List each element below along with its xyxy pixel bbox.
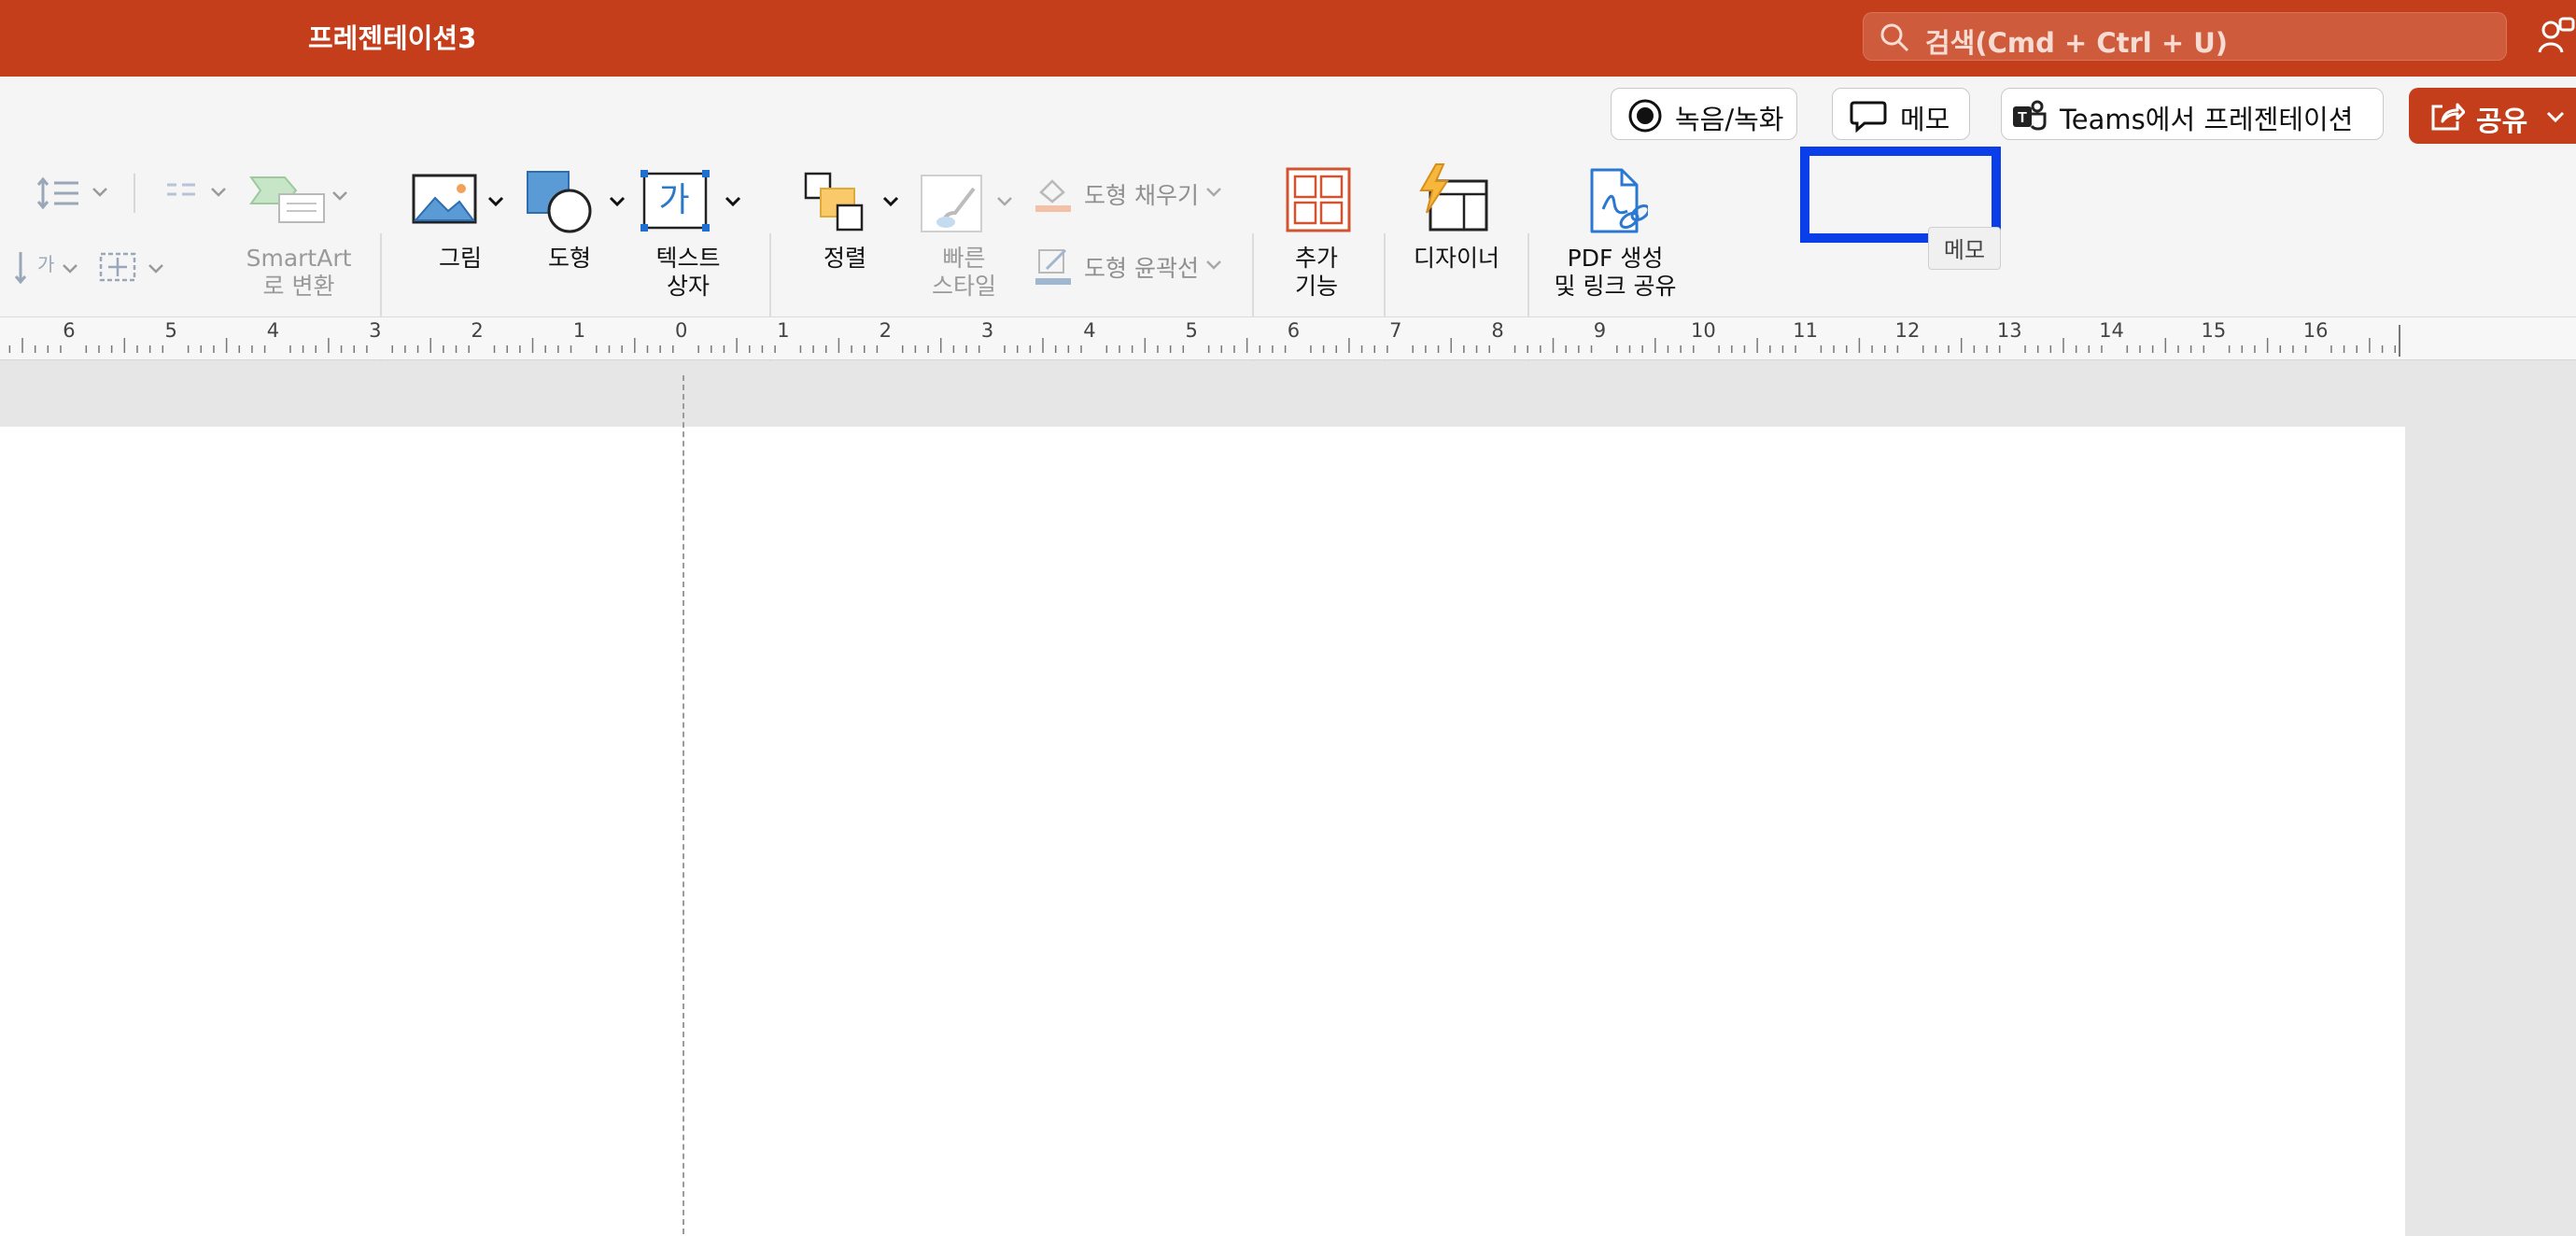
- search-placeholder: 검색(Cmd + Ctrl + U): [1925, 27, 2229, 59]
- quick-styles-label-1: 빠른: [942, 245, 986, 272]
- ruler-number: 10: [1691, 319, 1716, 342]
- add-ins-button[interactable]: 추가 기능: [1274, 166, 1358, 306]
- shape-outline-label: 도형 윤곽선: [1084, 255, 1199, 282]
- memo-button[interactable]: 메모: [1832, 88, 1970, 140]
- memo-label: 메모: [1900, 104, 1950, 135]
- pdf-label-1: PDF 생성: [1567, 245, 1664, 272]
- ruler-number: 6: [1287, 319, 1301, 342]
- designer-icon: [1419, 163, 1488, 232]
- designer-label: 디자이너: [1413, 245, 1499, 272]
- svg-text:T: T: [2018, 110, 2027, 126]
- comment-icon: [1850, 101, 1887, 133]
- record-button[interactable]: 녹음/녹화: [1611, 88, 1797, 140]
- chevron-down-icon: [1206, 260, 1221, 270]
- search-icon: [1880, 23, 1909, 52]
- shape-fill-button[interactable]: 도형 채우기: [1032, 174, 1232, 215]
- arrange-button[interactable]: 정렬: [798, 170, 906, 273]
- ruler-number: 3: [980, 319, 994, 342]
- share-icon: [2431, 103, 2465, 131]
- paint-bucket-icon: [1035, 179, 1071, 212]
- ribbon: 녹음/녹화 메모 T Teams에서 프레젠테이션 공유 메모 가 SmartA…: [0, 77, 2576, 373]
- profile-icon[interactable]: [2538, 17, 2575, 56]
- arrange-icon: [804, 172, 899, 232]
- ruler-number: 5: [164, 319, 177, 342]
- record-icon: [1628, 99, 1662, 133]
- record-label: 녹음/녹화: [1675, 104, 1784, 135]
- shape-fill-label: 도형 채우기: [1084, 182, 1199, 209]
- pen-outline-icon: [1035, 248, 1071, 285]
- ruler-number: 2: [471, 319, 484, 342]
- slide-canvas-area: [0, 361, 2576, 1236]
- textbox-label-2: 상자: [666, 273, 710, 300]
- ruler-number: 1: [572, 319, 586, 342]
- smartart-label-1: SmartArt: [246, 245, 352, 272]
- textbox-label-1: 텍스트: [655, 245, 721, 272]
- add-ins-label-2: 기능: [1294, 273, 1338, 300]
- quick-styles-icon: [921, 175, 1012, 232]
- columns-icon[interactable]: [163, 177, 238, 211]
- quick-styles-label-2: 스타일: [931, 273, 996, 300]
- horizontal-ruler[interactable]: 6 5 4 3 2 1 0 1 2 3 4 5 6 7 8 9 10 11 12 13 14 15 16: [0, 317, 2576, 360]
- ruler-number: 12: [1894, 319, 1921, 342]
- present-in-teams-button[interactable]: T Teams에서 프레젠테이션: [2001, 88, 2384, 140]
- picture-label: 그림: [438, 245, 482, 272]
- add-ins-label-1: 추가: [1294, 245, 1338, 272]
- share-label: 공유: [2476, 105, 2528, 138]
- title-bar: 프레젠테이션3 검색(Cmd + Ctrl + U): [0, 0, 2576, 77]
- pdf-link-icon: [1590, 168, 1648, 233]
- ruler-number: 15: [2201, 319, 2227, 342]
- vertical-guide[interactable]: [683, 375, 684, 1234]
- document-title: 프레젠테이션3: [308, 22, 477, 54]
- ruler-number: 4: [266, 319, 280, 342]
- memo-tooltip: 메모: [1928, 227, 2001, 270]
- ruler-number: 6: [63, 319, 76, 342]
- ruler-number: 16: [2302, 319, 2329, 342]
- ruler-number: 0: [675, 319, 688, 342]
- quick-styles-button[interactable]: 빠른 스타일: [910, 170, 1022, 301]
- textbox-glyph: 가: [658, 181, 690, 219]
- pdf-label-2: 및 링크 공유: [1554, 273, 1677, 300]
- ruler-number: 1: [777, 319, 790, 342]
- slide[interactable]: [0, 427, 2405, 1236]
- ruler-number: 4: [1083, 319, 1096, 342]
- divider: [134, 174, 135, 213]
- shapes-button[interactable]: 도형: [523, 170, 630, 273]
- smartart-label-2: 로 변환: [262, 273, 335, 300]
- create-pdf-share-link-button[interactable]: PDF 생성 및 링크 공유: [1545, 166, 1685, 306]
- arrange-label: 정렬: [823, 245, 866, 272]
- teams-label: Teams에서 프레젠테이션: [2060, 104, 2354, 135]
- align-text-icon[interactable]: [97, 248, 172, 289]
- ruler-number: 7: [1389, 319, 1402, 342]
- ruler-number: 14: [2099, 319, 2124, 342]
- shape-outline-button[interactable]: 도형 윤곽선: [1032, 246, 1232, 288]
- textbox-button[interactable]: 가 텍스트 상자: [637, 170, 747, 301]
- shapes-label: 도형: [547, 245, 591, 272]
- search-box[interactable]: 검색(Cmd + Ctrl + U): [1863, 12, 2507, 61]
- ruler-number: 3: [369, 319, 382, 342]
- ruler-number: 9: [1593, 319, 1607, 342]
- picture-icon: [412, 174, 504, 224]
- teams-icon: T: [2013, 100, 2047, 131]
- designer-button[interactable]: 디자이너: [1401, 162, 1513, 274]
- ruler-number: 13: [1996, 319, 2022, 342]
- ruler-number: 2: [879, 319, 892, 342]
- chevron-down-icon[interactable]: [2545, 110, 2566, 123]
- smartart-icon: [249, 176, 347, 223]
- add-ins-icon: [1286, 167, 1351, 232]
- text-direction-icon[interactable]: 가: [13, 248, 88, 289]
- svg-text:가: 가: [37, 253, 54, 275]
- line-spacing-icon[interactable]: [35, 176, 120, 213]
- shapes-icon: [527, 171, 626, 233]
- ruler-number: 8: [1491, 319, 1504, 342]
- picture-button[interactable]: 그림: [409, 170, 512, 273]
- ruler-number: 11: [1793, 319, 1819, 342]
- ruler-number: 5: [1185, 319, 1198, 342]
- convert-to-smartart-button[interactable]: SmartArt 로 변환: [238, 170, 359, 301]
- share-button[interactable]: 공유: [2409, 88, 2576, 144]
- chevron-down-icon: [1206, 188, 1221, 197]
